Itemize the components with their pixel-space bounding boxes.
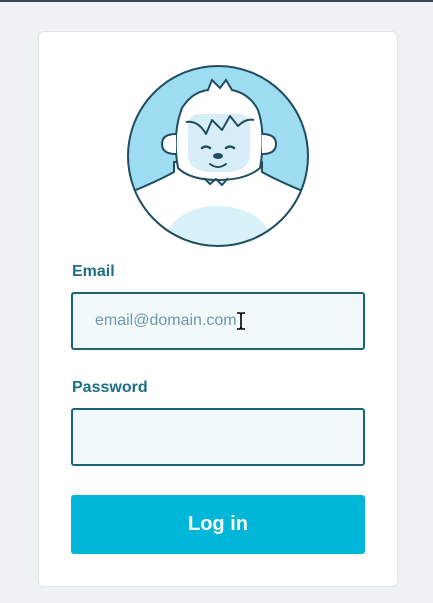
top-border [0,0,433,2]
login-button[interactable]: Log in [71,495,365,554]
password-field[interactable] [71,408,365,466]
text-cursor-icon [237,312,245,330]
password-label: Password [72,379,148,396]
login-card: Email Password Log in [38,31,398,587]
email-field[interactable] [71,292,365,350]
email-label: Email [72,263,115,280]
yeti-avatar-icon [127,65,309,247]
